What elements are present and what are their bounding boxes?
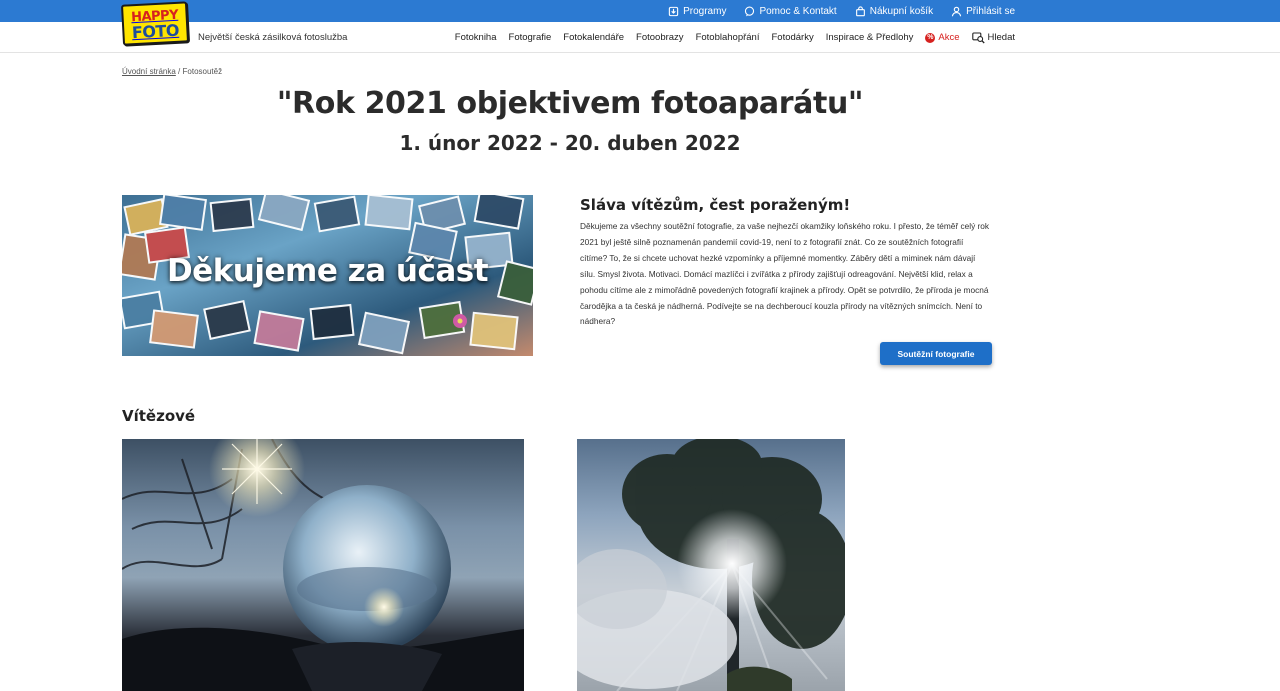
nav-inspirace-predlohy[interactable]: Inspirace & Předlohy	[826, 32, 914, 43]
page-subtitle: 1. únor 2022 - 20. duben 2022	[399, 131, 741, 155]
breadcrumb-separator: /	[178, 67, 181, 76]
nav-fotodarky[interactable]: Fotodárky	[771, 32, 813, 43]
banner-text: Děkujeme za účast	[166, 253, 489, 289]
top-nav: Programy Pomoc & Kontakt Nákupní košík P…	[668, 0, 1015, 22]
nav-fotokalendare[interactable]: Fotokalendáře	[563, 32, 624, 43]
login-link[interactable]: Přihlásit se	[951, 6, 1015, 17]
cart-label: Nákupní košík	[869, 5, 934, 17]
winner-photo-crystal-ball[interactable]	[122, 439, 524, 691]
crystal-ball-image	[122, 439, 524, 691]
tagline: Největší česká zásilková fotoslužba	[198, 32, 348, 43]
tree-in-fog-image	[577, 439, 845, 691]
contest-photos-button[interactable]: Soutěžní fotografie	[880, 342, 992, 365]
page-title: "Rok 2021 objektivem fotoaparátu"	[276, 86, 864, 121]
login-label: Přihlásit se	[966, 5, 1015, 17]
main-nav-bar: Největší česká zásilková fotoslužba Foto…	[0, 22, 1280, 53]
cart-link[interactable]: Nákupní košík	[855, 6, 933, 17]
logo-line2: FOTO	[131, 20, 180, 42]
programs-label: Programy	[683, 5, 727, 17]
breadcrumb-home[interactable]: Úvodní stránka	[122, 67, 176, 76]
intro-text: Děkujeme za všechny soutěžní fotografie,…	[580, 221, 990, 327]
programs-link[interactable]: Programy	[668, 6, 726, 17]
sale-badge: %	[925, 32, 936, 43]
cart-icon	[855, 5, 865, 16]
nav-search[interactable]: Hledat	[971, 31, 1015, 44]
help-contact-label: Pomoc & Kontakt	[759, 5, 837, 17]
breadcrumb-current: Fotosoutěž	[182, 67, 223, 76]
nav-fotografie[interactable]: Fotografie	[509, 32, 552, 43]
nav-fotoobrazy[interactable]: Fotoobrazy	[636, 32, 684, 43]
download-icon	[668, 6, 679, 16]
nav-fotokniha[interactable]: Fotokniha	[455, 32, 497, 43]
nav-akce-label: Akce	[938, 32, 960, 43]
top-bar: Programy Pomoc & Kontakt Nákupní košík P…	[0, 0, 1280, 22]
intro-heading: Sláva vítězům, čest poraženým!	[580, 196, 851, 214]
nav-akce[interactable]: % Akce	[925, 32, 960, 43]
nav-search-label: Hledat	[987, 32, 1015, 43]
winner-photo-tree-fog[interactable]	[577, 439, 845, 691]
help-contact-link[interactable]: Pomoc & Kontakt	[744, 5, 837, 17]
nav-fotoblahoprani[interactable]: Fotoblahopřání	[696, 32, 760, 43]
chat-icon	[745, 6, 755, 16]
main-nav: Fotokniha Fotografie Fotokalendáře Fotoo…	[455, 22, 1015, 53]
winners-heading: Vítězové	[122, 407, 196, 425]
user-icon	[951, 6, 962, 16]
breadcrumb: Úvodní stránka / Fotosoutěž	[122, 67, 222, 76]
search-icon	[971, 31, 985, 43]
thank-you-banner: Děkujeme za účast	[122, 195, 533, 356]
happy-foto-logo[interactable]: HAPPY FOTO	[120, 1, 190, 46]
